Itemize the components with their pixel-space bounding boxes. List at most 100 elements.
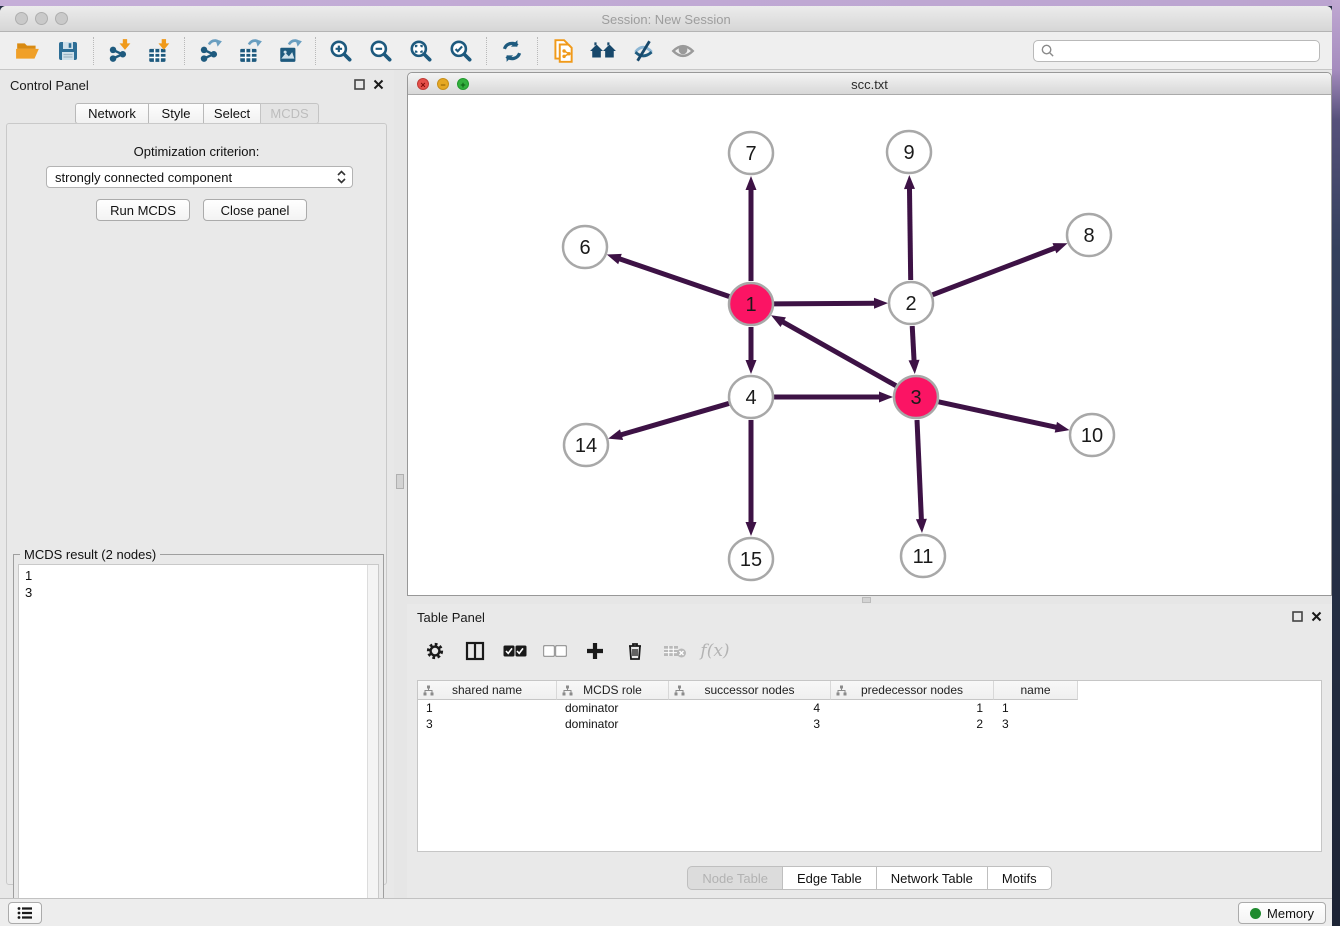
function-icon: f(x)	[700, 641, 729, 661]
table-cell[interactable]: 3	[418, 716, 557, 732]
search-box[interactable]	[1033, 40, 1320, 62]
clone-network-button[interactable]	[543, 34, 583, 68]
control-panel: Control Panel NetworkStyleSelectMCDS Opt…	[0, 70, 394, 898]
zoom-fit-button[interactable]	[401, 34, 441, 68]
graph-node-3[interactable]: 3	[894, 376, 938, 418]
graph-node-11[interactable]: 11	[901, 535, 945, 577]
graph-edge-1-6[interactable]	[607, 254, 729, 297]
zoom-out-button[interactable]	[361, 34, 401, 68]
graph-edge-1-4[interactable]	[746, 327, 757, 374]
birdseye-view-button[interactable]	[663, 34, 703, 68]
graph-edge-2-9[interactable]	[904, 175, 915, 280]
table-cell[interactable]: 3	[994, 716, 1078, 732]
result-scrollbar[interactable]	[367, 565, 378, 925]
graph-edge-3-10[interactable]	[938, 402, 1069, 433]
table-settings-button[interactable]	[417, 633, 453, 669]
tab-edge-table[interactable]: Edge Table	[782, 866, 876, 890]
apply-function-button[interactable]: f(x)	[697, 633, 733, 669]
table-cell[interactable]: 1	[418, 700, 557, 716]
column-header-shared-name[interactable]: shared name	[418, 681, 557, 700]
tab-network-table[interactable]: Network Table	[876, 866, 987, 890]
save-session-button[interactable]	[48, 34, 88, 68]
table-row[interactable]: 1dominator411	[418, 700, 1321, 716]
birdseye-view-icon	[670, 38, 696, 64]
open-session-button[interactable]	[8, 34, 48, 68]
export-table-button[interactable]	[230, 34, 270, 68]
graph-edge-1-2[interactable]	[774, 298, 888, 309]
delete-column-button[interactable]	[617, 633, 653, 669]
export-image-button[interactable]	[270, 34, 310, 68]
column-type-icon	[562, 685, 573, 696]
graph-edge-2-3[interactable]	[909, 326, 920, 374]
memory-button[interactable]: Memory	[1238, 902, 1326, 924]
tab-style[interactable]: Style	[148, 103, 203, 124]
column-label: predecessor nodes	[861, 683, 963, 697]
float-panel-icon[interactable]	[354, 79, 365, 90]
tab-network[interactable]: Network	[75, 103, 148, 124]
tab-mcds[interactable]: MCDS	[260, 103, 319, 124]
task-history-button[interactable]	[8, 902, 42, 924]
graph-node-6[interactable]: 6	[563, 226, 607, 268]
graph-node-7[interactable]: 7	[729, 132, 773, 174]
close-panel-icon[interactable]	[1311, 611, 1322, 622]
column-header-successor-nodes[interactable]: successor nodes	[669, 681, 831, 700]
table-cell[interactable]: dominator	[557, 700, 669, 716]
table-row[interactable]: 3dominator323	[418, 716, 1321, 732]
column-header-predecessor-nodes[interactable]: predecessor nodes	[831, 681, 994, 700]
export-network-button[interactable]	[190, 34, 230, 68]
graph-edge-3-1[interactable]	[771, 315, 896, 385]
graph-node-10[interactable]: 10	[1070, 414, 1114, 456]
graph-node-4[interactable]: 4	[729, 376, 773, 418]
delete-table-button[interactable]	[657, 633, 693, 669]
tab-node-table[interactable]: Node Table	[687, 866, 782, 890]
zoom-selected-button[interactable]	[441, 34, 481, 68]
graph-node-9[interactable]: 9	[887, 131, 931, 173]
close-panel-icon[interactable]	[373, 79, 384, 90]
graph-edge-4-3[interactable]	[774, 392, 893, 403]
zoom-in-button[interactable]	[321, 34, 361, 68]
horizontal-splitter[interactable]	[407, 596, 1332, 604]
graph-node-14[interactable]: 14	[564, 424, 608, 466]
search-input[interactable]	[1055, 42, 1319, 60]
vertical-splitter[interactable]	[394, 70, 407, 898]
graph-node-15[interactable]: 15	[729, 538, 773, 580]
mcds-result-line: 1	[25, 567, 378, 584]
mcds-result-text[interactable]: 13	[18, 564, 379, 926]
import-network-button[interactable]	[99, 34, 139, 68]
table-cell[interactable]: 3	[669, 716, 831, 732]
tab-select[interactable]: Select	[203, 103, 260, 124]
deselect-all-button[interactable]	[537, 633, 573, 669]
graph-node-8[interactable]: 8	[1067, 214, 1111, 256]
graph-edge-1-7[interactable]	[746, 176, 757, 281]
hide-graphics-button[interactable]	[623, 34, 663, 68]
optimization-criterion-select[interactable]: strongly connected component	[46, 166, 353, 188]
table-cell[interactable]: 1	[994, 700, 1078, 716]
add-column-button[interactable]	[577, 633, 613, 669]
splitter-handle[interactable]	[862, 597, 871, 603]
table-cell[interactable]: 2	[831, 716, 994, 732]
column-header-name[interactable]: name	[994, 681, 1078, 700]
close-panel-button[interactable]: Close panel	[203, 199, 307, 221]
float-panel-icon[interactable]	[1292, 611, 1303, 622]
splitter-handle[interactable]	[396, 474, 404, 489]
table-cell[interactable]: 4	[669, 700, 831, 716]
column-header-mcds-role[interactable]: MCDS role	[557, 681, 669, 700]
first-neighbors-button[interactable]	[583, 34, 623, 68]
refresh-view-button[interactable]	[492, 34, 532, 68]
select-all-button[interactable]	[497, 633, 533, 669]
graph-node-2[interactable]: 2	[889, 282, 933, 324]
table-cell[interactable]: 1	[831, 700, 994, 716]
graph-edge-4-14[interactable]	[608, 403, 729, 440]
graph-edge-3-11[interactable]	[916, 420, 927, 533]
show-columns-button[interactable]	[457, 633, 493, 669]
run-mcds-button[interactable]: Run MCDS	[96, 199, 190, 221]
graph-edge-2-8[interactable]	[932, 243, 1067, 295]
clone-network-icon	[550, 38, 576, 64]
table-cell[interactable]: dominator	[557, 716, 669, 732]
import-table-button[interactable]	[139, 34, 179, 68]
graph-node-1[interactable]: 1	[729, 283, 773, 325]
network-graph-canvas[interactable]: 1 2 3 4 6 7 8 9 10 11 14 15	[408, 95, 1331, 596]
tab-motifs[interactable]: Motifs	[987, 866, 1052, 890]
graph-edge-4-15[interactable]	[746, 420, 757, 536]
node-table[interactable]: shared nameMCDS rolesuccessor nodes prede…	[417, 680, 1322, 852]
